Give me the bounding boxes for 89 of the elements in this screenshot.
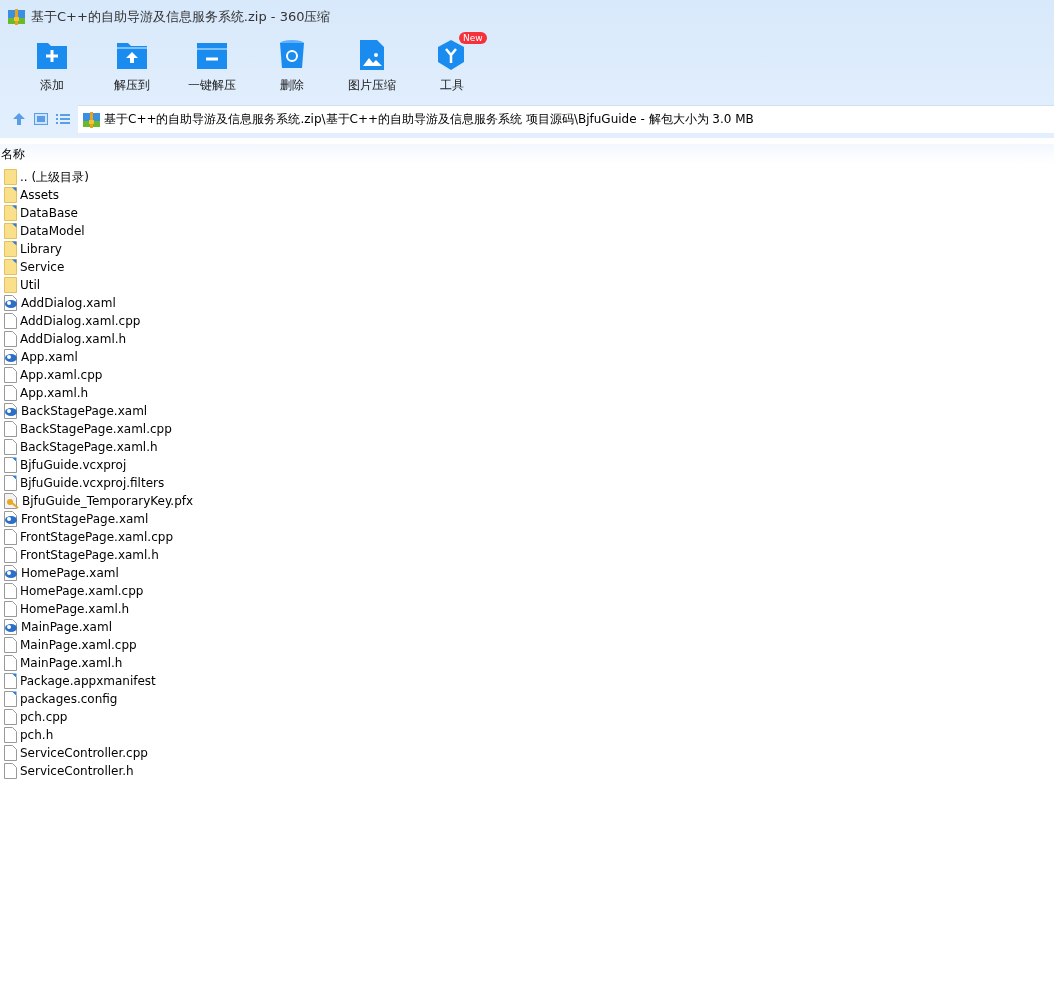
file-icon <box>4 367 17 383</box>
file-icon <box>4 637 17 653</box>
folder-plus-icon <box>35 41 69 71</box>
file-name[interactable]: MainPage.xaml.cpp <box>20 638 137 652</box>
file-name[interactable]: AddDialog.xaml.h <box>20 332 127 346</box>
file-name[interactable]: MainPage.xaml.h <box>20 656 123 670</box>
xaml-file-icon <box>4 403 18 419</box>
recycle-bin-icon <box>277 39 307 71</box>
file-name[interactable]: DataBase <box>20 206 78 220</box>
file-name[interactable]: App.xaml.h <box>20 386 89 400</box>
folder-icon <box>4 205 17 221</box>
file-name[interactable]: Package.appxmanifest <box>20 674 156 688</box>
file-name[interactable]: Service <box>20 260 65 274</box>
file-icon <box>4 529 17 545</box>
file-name[interactable]: BjfuGuide_TemporaryKey.pfx <box>22 494 194 508</box>
file-name[interactable]: Library <box>20 242 62 256</box>
new-badge: New <box>459 32 487 44</box>
file-name[interactable]: HomePage.xaml <box>21 566 119 580</box>
xaml-file-icon <box>4 619 18 635</box>
folder-icon <box>4 259 17 275</box>
path-text: 基于C++的自助导游及信息服务系统.zip\基于C++的自助导游及信息服务系统 项目源码\BjfuGuide - 解包大小为 3.0 MB <box>104 111 754 128</box>
file-icon <box>4 547 17 563</box>
folder-icon <box>4 187 17 203</box>
file-name[interactable]: BackStagePage.xaml.cpp <box>20 422 172 436</box>
certificate-key-icon <box>4 493 19 509</box>
file-name[interactable]: App.xaml <box>21 350 78 364</box>
folder-minus-icon <box>195 41 229 71</box>
file-icon <box>4 331 17 347</box>
file-icon <box>4 727 17 743</box>
file-icon <box>4 763 17 779</box>
file-icon <box>4 691 17 707</box>
file-name[interactable]: HomePage.xaml.cpp <box>20 584 144 598</box>
file-icon <box>4 583 17 599</box>
file-name[interactable]: AddDialog.xaml <box>21 296 116 310</box>
file-name[interactable]: ServiceController.h <box>20 764 134 778</box>
file-name[interactable]: BjfuGuide.vcxproj <box>20 458 127 472</box>
up-arrow-icon[interactable] <box>12 112 26 126</box>
file-icon <box>4 457 17 473</box>
file-icon <box>4 385 17 401</box>
file-name[interactable]: App.xaml.cpp <box>20 368 103 382</box>
file-name[interactable]: Assets <box>20 188 60 202</box>
toolbar-button[interactable]: 解压到 <box>92 34 172 100</box>
archive-icon <box>8 9 25 25</box>
thumbnail-view-icon[interactable] <box>34 113 48 125</box>
xaml-file-icon <box>4 349 18 365</box>
xaml-file-icon <box>4 295 18 311</box>
file-icon <box>4 673 17 689</box>
archive-icon <box>83 111 100 128</box>
column-header[interactable]: 名称 <box>1 145 25 163</box>
toolbar-button[interactable]: 图片压缩 <box>332 34 412 100</box>
image-file-icon <box>359 39 385 71</box>
file-name[interactable]: .. (上级目录) <box>20 168 89 186</box>
file-name[interactable]: DataModel <box>20 224 85 238</box>
xaml-file-icon <box>4 511 18 527</box>
file-name[interactable]: pch.cpp <box>20 710 68 724</box>
toolbar-button[interactable]: New 工具 <box>412 34 492 100</box>
file-icon <box>4 439 17 455</box>
window-title: 基于C++的自助导游及信息服务系统.zip - 360压缩 <box>31 8 331 26</box>
file-name[interactable]: BjfuGuide.vcxproj.filters <box>20 476 165 490</box>
file-icon <box>4 745 17 761</box>
toolbar-button[interactable]: 添加 <box>12 34 92 100</box>
file-icon <box>4 421 17 437</box>
address-bar[interactable]: 基于C++的自助导游及信息服务系统.zip\基于C++的自助导游及信息服务系统 项目源码\BjfuGuide - 解包大小为 3.0 MB <box>78 105 1054 133</box>
xaml-file-icon <box>4 565 18 581</box>
file-name[interactable]: Util <box>20 278 41 292</box>
file-name[interactable]: ServiceController.cpp <box>20 746 148 760</box>
file-name[interactable]: FrontStagePage.xaml.cpp <box>20 530 174 544</box>
file-icon <box>4 655 17 671</box>
folder-icon <box>4 241 17 257</box>
list-view-icon[interactable] <box>56 113 70 125</box>
toolbar-button[interactable]: 删除 <box>252 34 332 100</box>
file-name[interactable]: HomePage.xaml.h <box>20 602 130 616</box>
file-name[interactable]: MainPage.xaml <box>21 620 112 634</box>
file-name[interactable]: FrontStagePage.xaml.h <box>20 548 159 562</box>
folder-icon <box>4 169 17 185</box>
file-name[interactable]: pch.h <box>20 728 54 742</box>
file-name[interactable]: packages.config <box>20 692 118 706</box>
file-icon <box>4 709 17 725</box>
file-icon <box>4 475 17 491</box>
file-name[interactable]: AddDialog.xaml.cpp <box>20 314 141 328</box>
folder-icon <box>4 277 17 293</box>
toolbar-button[interactable]: 一键解压 <box>172 34 252 100</box>
folder-icon <box>4 223 17 239</box>
file-name[interactable]: BackStagePage.xaml.h <box>20 440 158 454</box>
file-name[interactable]: FrontStagePage.xaml <box>21 512 149 526</box>
folder-upload-icon <box>115 41 149 71</box>
file-name[interactable]: BackStagePage.xaml <box>21 404 148 418</box>
file-icon <box>4 601 17 617</box>
file-icon <box>4 313 17 329</box>
